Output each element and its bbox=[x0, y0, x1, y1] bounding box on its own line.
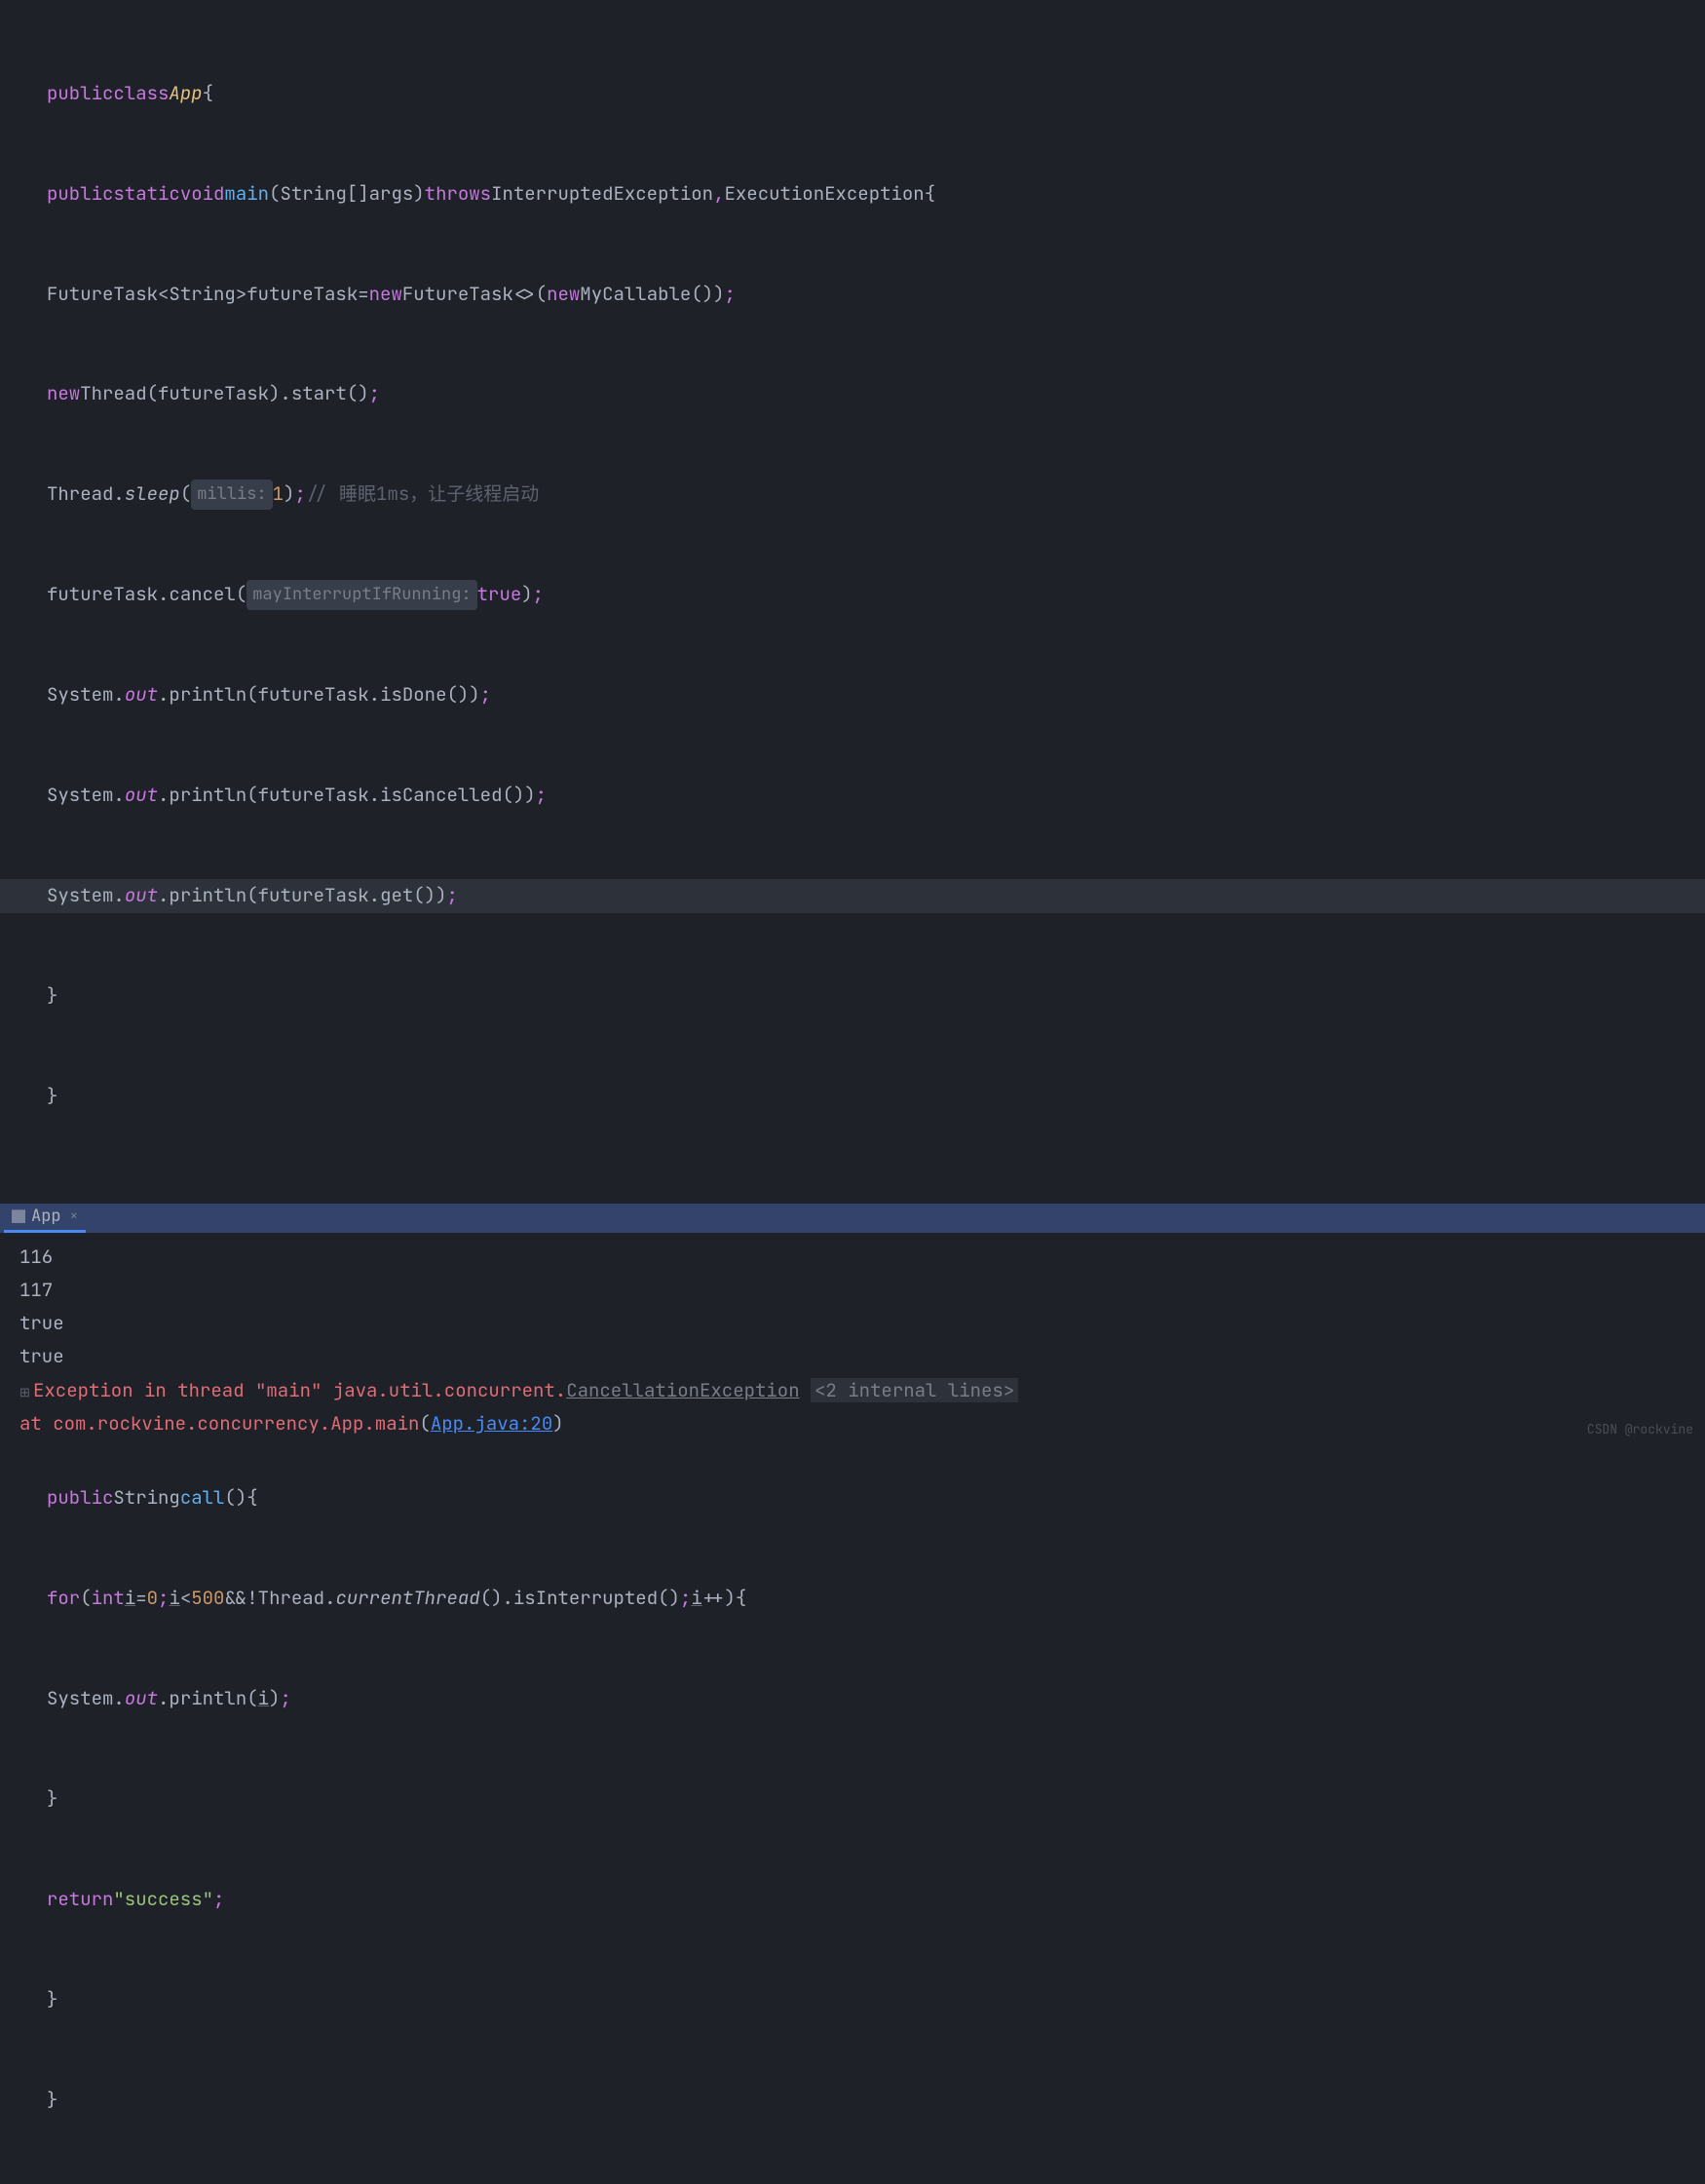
code-editor[interactable]: public class App { public static void ma… bbox=[0, 0, 1705, 2184]
console-line: 117 bbox=[19, 1274, 1686, 1307]
code-line: } bbox=[47, 1983, 1705, 2017]
code-line: System.out.println(futureTask.isDone()); bbox=[47, 678, 1705, 712]
param-hint: millis: bbox=[191, 479, 272, 510]
code-line: System.out.println(futureTask.isCancelle… bbox=[47, 779, 1705, 813]
code-line: FutureTask<String> futureTask = new Futu… bbox=[47, 277, 1705, 311]
code-line-current: System.out.println(futureTask.get()); bbox=[0, 879, 1705, 913]
code-area[interactable]: public class App { public static void ma… bbox=[0, 10, 1705, 2184]
console-line: true bbox=[19, 1307, 1686, 1340]
param-hint: mayInterruptIfRunning: bbox=[246, 580, 476, 610]
code-line: } bbox=[47, 2084, 1705, 2118]
run-config-icon bbox=[12, 1209, 25, 1223]
code-line: public String call() { bbox=[47, 1481, 1705, 1515]
code-line: public static void main(String[] args) t… bbox=[47, 176, 1705, 211]
internal-lines-fold[interactable]: <2 internal lines> bbox=[811, 1378, 1018, 1402]
code-line: System.out.println(i); bbox=[47, 1682, 1705, 1716]
code-line: return "success"; bbox=[47, 1883, 1705, 1917]
console-line: true bbox=[19, 1340, 1686, 1373]
watermark: CSDN @rockvine bbox=[1587, 1418, 1693, 1440]
close-icon[interactable]: × bbox=[70, 1205, 78, 1229]
code-line: } bbox=[47, 979, 1705, 1014]
code-line: } bbox=[47, 1782, 1705, 1817]
tab-label: App bbox=[31, 1202, 61, 1232]
code-line: Thread.sleep( millis: 1); // 睡眠1ms，让子线程启… bbox=[47, 478, 1705, 512]
console-error-line: ⊞Exception in thread "main" java.util.co… bbox=[19, 1374, 1686, 1407]
stacktrace-link[interactable]: App.java:20 bbox=[431, 1411, 552, 1436]
code-line: } bbox=[47, 1080, 1705, 1114]
expand-icon[interactable]: ⊞ bbox=[19, 1381, 33, 1403]
run-panel: App × 116 117 true true ⊞Exception in th… bbox=[0, 1204, 1705, 1448]
code-line: public class App { bbox=[47, 76, 1705, 110]
run-tab-app[interactable]: App × bbox=[4, 1204, 86, 1233]
console-line: 116 bbox=[19, 1241, 1686, 1274]
code-line: futureTask.cancel( mayInterruptIfRunning… bbox=[47, 578, 1705, 612]
console-output[interactable]: 116 117 true true ⊞Exception in thread "… bbox=[0, 1233, 1705, 1448]
console-stacktrace-line: at com.rockvine.concurrency.App.main(App… bbox=[19, 1407, 1686, 1440]
code-line: new Thread(futureTask).start(); bbox=[47, 377, 1705, 411]
run-tab-bar: App × bbox=[0, 1204, 1705, 1233]
code-line: for (int i = 0; i < 500 && !Thread.curre… bbox=[47, 1582, 1705, 1616]
